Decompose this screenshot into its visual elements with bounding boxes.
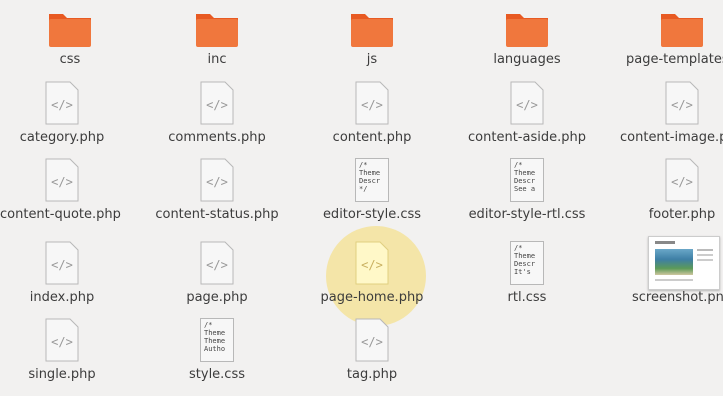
svg-text:</>: </> bbox=[361, 335, 383, 349]
folder-icon bbox=[196, 14, 238, 47]
code-file-icon: </> bbox=[665, 81, 699, 125]
code-file-icon: </> bbox=[200, 81, 234, 125]
code-file-icon: </> bbox=[45, 318, 79, 362]
svg-text:</>: </> bbox=[51, 258, 73, 272]
file-label: footer.php bbox=[648, 207, 716, 222]
code-file-icon: </> bbox=[45, 158, 79, 202]
svg-text:</>: </> bbox=[51, 98, 73, 112]
file-label: languages bbox=[493, 52, 561, 67]
file-label: page-templates bbox=[626, 52, 723, 67]
file-label: comments.php bbox=[168, 130, 266, 145]
folder-icon bbox=[49, 14, 91, 47]
svg-text:</>: </> bbox=[206, 175, 228, 189]
svg-text:</>: </> bbox=[51, 335, 73, 349]
file-label: index.php bbox=[29, 290, 95, 305]
svg-text:</>: </> bbox=[516, 98, 538, 112]
text-file-icon: /* Theme Descr */ bbox=[355, 158, 389, 202]
file-preview: /* Theme Descr See a bbox=[514, 161, 536, 193]
file-label: page-home.php bbox=[320, 290, 424, 305]
code-file-icon: </> bbox=[665, 158, 699, 202]
file-label: page.php bbox=[186, 290, 248, 305]
file-label: single.php bbox=[28, 367, 96, 382]
file-label: inc bbox=[207, 52, 227, 67]
code-file-icon: </> bbox=[355, 241, 389, 285]
text-file-icon: /* Theme Descr It's bbox=[510, 241, 544, 285]
file-label: content-aside.php bbox=[468, 130, 586, 145]
file-preview: /* Theme Descr It's bbox=[514, 244, 536, 276]
image-file-icon bbox=[648, 236, 720, 290]
file-label: js bbox=[366, 52, 378, 67]
code-file-icon: </> bbox=[510, 81, 544, 125]
file-label: rtl.css bbox=[507, 290, 547, 305]
file-label: editor-style-rtl.css bbox=[468, 207, 586, 222]
folder-icon bbox=[351, 14, 393, 47]
file-label: screenshot.png bbox=[632, 290, 723, 305]
code-file-icon: </> bbox=[355, 318, 389, 362]
file-label: category.php bbox=[19, 130, 105, 145]
code-file-icon: </> bbox=[200, 241, 234, 285]
code-file-icon: </> bbox=[45, 241, 79, 285]
svg-text:</>: </> bbox=[671, 98, 693, 112]
text-file-icon: /* Theme Theme Autho bbox=[200, 318, 234, 362]
folder-icon bbox=[661, 14, 703, 47]
file-label: content-image.php bbox=[620, 130, 723, 145]
file-label: editor-style.css bbox=[322, 207, 422, 222]
file-preview: /* Theme Theme Autho bbox=[204, 321, 226, 353]
svg-text:</>: </> bbox=[51, 175, 73, 189]
file-label: content.php bbox=[332, 130, 412, 145]
folder-icon bbox=[506, 14, 548, 47]
svg-text:</>: </> bbox=[671, 175, 693, 189]
code-file-icon: </> bbox=[45, 81, 79, 125]
file-preview: /* Theme Descr */ bbox=[359, 161, 381, 193]
code-file-icon: </> bbox=[355, 81, 389, 125]
svg-text:</>: </> bbox=[361, 98, 383, 112]
code-file-icon: </> bbox=[200, 158, 234, 202]
file-label: tag.php bbox=[346, 367, 398, 382]
svg-text:</>: </> bbox=[206, 98, 228, 112]
svg-text:</>: </> bbox=[206, 258, 228, 272]
file-label: content-status.php bbox=[155, 207, 279, 222]
file-label: style.css bbox=[189, 367, 245, 382]
text-file-icon: /* Theme Descr See a bbox=[510, 158, 544, 202]
svg-text:</>: </> bbox=[361, 258, 383, 272]
